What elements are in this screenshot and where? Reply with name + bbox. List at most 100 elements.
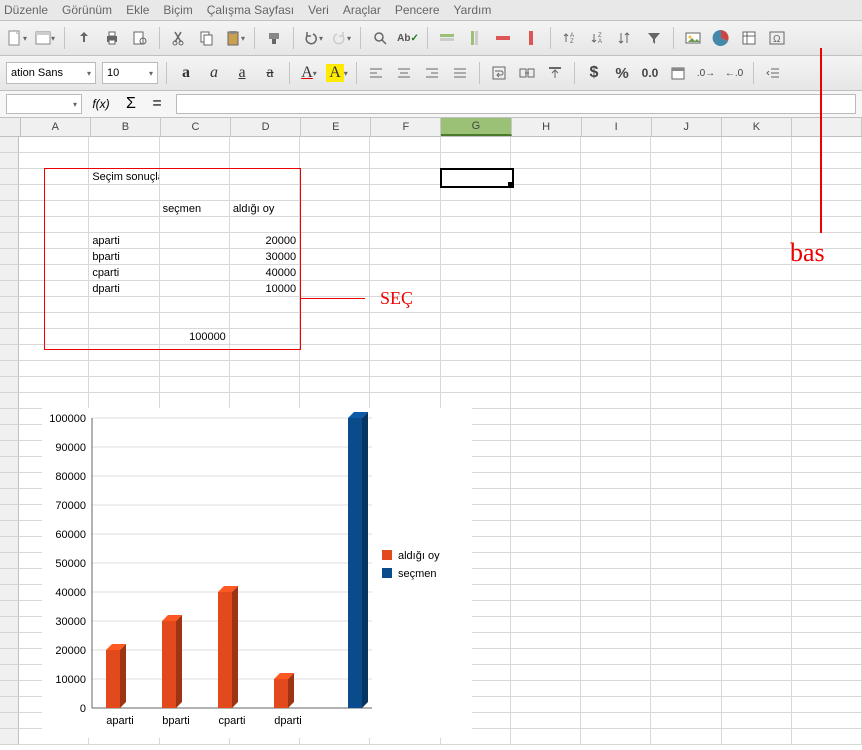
cell[interactable] [651, 713, 721, 729]
cell[interactable] [722, 649, 792, 665]
cell[interactable] [370, 377, 440, 393]
cell[interactable] [230, 137, 300, 153]
cell[interactable] [441, 249, 511, 265]
wrap-text-icon[interactable] [488, 62, 510, 84]
cell[interactable] [792, 729, 862, 745]
cell[interactable] [581, 393, 651, 409]
cell[interactable] [581, 585, 651, 601]
cell[interactable] [160, 265, 230, 281]
cell[interactable] [511, 153, 581, 169]
align-left-icon[interactable] [365, 62, 387, 84]
image-icon[interactable] [682, 27, 704, 49]
cell[interactable] [441, 137, 511, 153]
cell[interactable] [160, 169, 230, 185]
cell[interactable] [581, 441, 651, 457]
redo-icon[interactable]: ▾ [330, 27, 352, 49]
cell[interactable] [792, 713, 862, 729]
copy-icon[interactable] [196, 27, 218, 49]
cell[interactable] [722, 729, 792, 745]
cell[interactable] [370, 153, 440, 169]
cell[interactable] [722, 153, 792, 169]
cell[interactable] [651, 169, 721, 185]
cell[interactable] [651, 585, 721, 601]
cell[interactable] [300, 297, 370, 313]
cell[interactable] [792, 409, 862, 425]
cell[interactable] [792, 697, 862, 713]
cell[interactable] [792, 633, 862, 649]
cell[interactable] [651, 441, 721, 457]
cell[interactable] [792, 265, 862, 281]
menu-item[interactable]: Düzenle [4, 3, 48, 17]
cell[interactable] [651, 489, 721, 505]
cell[interactable] [511, 313, 581, 329]
cell[interactable] [511, 713, 581, 729]
cell[interactable] [722, 217, 792, 233]
col-header[interactable]: A [21, 118, 91, 136]
cell[interactable] [160, 345, 230, 361]
cell[interactable] [651, 361, 721, 377]
cell[interactable] [722, 281, 792, 297]
cell[interactable] [370, 329, 440, 345]
cell[interactable] [581, 313, 651, 329]
cell[interactable] [651, 601, 721, 617]
cell[interactable] [792, 537, 862, 553]
cell[interactable] [441, 217, 511, 233]
cut-icon[interactable] [168, 27, 190, 49]
cell[interactable] [581, 713, 651, 729]
merge-cells-icon[interactable] [516, 62, 538, 84]
cell[interactable] [160, 233, 230, 249]
cell[interactable] [722, 313, 792, 329]
cell[interactable] [370, 313, 440, 329]
cell[interactable] [581, 617, 651, 633]
export-icon[interactable] [73, 27, 95, 49]
cell[interactable] [89, 185, 159, 201]
cell[interactable] [441, 265, 511, 281]
cell[interactable]: cparti [89, 265, 159, 281]
cell[interactable] [651, 377, 721, 393]
cell[interactable] [300, 185, 370, 201]
cell[interactable] [722, 537, 792, 553]
cell[interactable] [792, 681, 862, 697]
col-header[interactable]: I [582, 118, 652, 136]
cell[interactable] [792, 233, 862, 249]
cell[interactable] [230, 393, 300, 409]
cell[interactable] [792, 169, 862, 185]
decrease-indent-icon[interactable] [762, 62, 784, 84]
cell[interactable] [370, 169, 440, 185]
cell[interactable] [651, 201, 721, 217]
cell[interactable] [230, 153, 300, 169]
cell[interactable] [792, 585, 862, 601]
cell[interactable] [300, 169, 370, 185]
cell[interactable] [230, 377, 300, 393]
cell[interactable] [511, 393, 581, 409]
cell[interactable] [722, 441, 792, 457]
col-header[interactable]: J [652, 118, 722, 136]
equals-button[interactable]: = [146, 95, 168, 113]
cell[interactable] [441, 201, 511, 217]
cell[interactable] [581, 457, 651, 473]
cell[interactable] [792, 201, 862, 217]
col-header[interactable] [792, 118, 862, 136]
cell[interactable] [300, 153, 370, 169]
cell[interactable] [230, 329, 300, 345]
cell[interactable] [511, 361, 581, 377]
cell[interactable] [160, 217, 230, 233]
cell[interactable] [441, 281, 511, 297]
cell[interactable] [792, 617, 862, 633]
cell[interactable]: 40000 [230, 265, 300, 281]
cell[interactable] [722, 569, 792, 585]
cell[interactable] [581, 377, 651, 393]
cell[interactable] [511, 473, 581, 489]
cell[interactable] [651, 521, 721, 537]
cell[interactable] [651, 553, 721, 569]
cell[interactable] [651, 217, 721, 233]
cell[interactable] [441, 233, 511, 249]
cell[interactable] [792, 489, 862, 505]
cell[interactable] [441, 361, 511, 377]
cell[interactable] [19, 233, 89, 249]
cell[interactable] [651, 617, 721, 633]
menu-item[interactable]: Görünüm [62, 3, 112, 17]
cell[interactable]: aparti [89, 233, 159, 249]
cell[interactable] [722, 409, 792, 425]
cell[interactable] [581, 329, 651, 345]
